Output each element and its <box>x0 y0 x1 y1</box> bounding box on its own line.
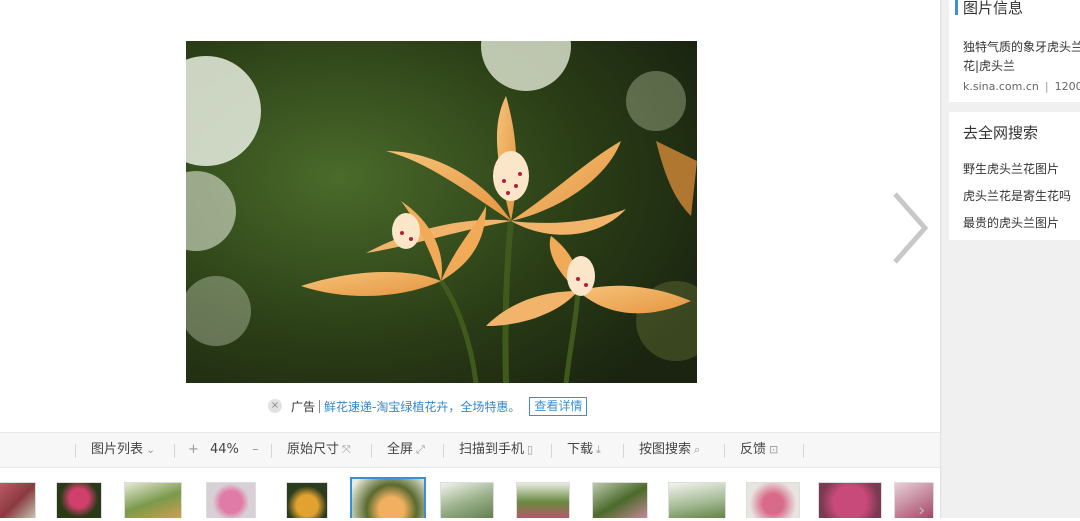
ad-bar: × 广告 鲜花速递-淘宝绿植花卉，全场特惠。 查看详情 <box>268 396 588 416</box>
feedback-button[interactable]: 反馈 ⊡ <box>740 433 778 467</box>
thumbnail[interactable] <box>592 482 648 518</box>
fullscreen-label: 全屏 <box>387 442 414 457</box>
image-info-card: 图片信息 独特气质的象牙虎头兰花|虎头兰 k.sina.com.cn | 1200 <box>949 0 1080 102</box>
divider <box>551 444 552 458</box>
zoom-in-button[interactable]: + <box>188 433 199 467</box>
image-viewer: × 广告 鲜花速递-淘宝绿植花卉，全场特惠。 查看详情 图片列表 ⌄ + 44% … <box>0 0 940 521</box>
ad-label: 广告 <box>291 399 316 414</box>
thumbnail[interactable] <box>516 482 570 518</box>
fullscreen-icon: ⤢ <box>416 443 425 456</box>
chevron-down-icon: ⌄ <box>146 443 156 456</box>
download-icon: ⤓ <box>596 443 601 456</box>
image-list-button[interactable]: 图片列表 ⌄ <box>91 433 155 467</box>
view-details-button[interactable]: 查看详情 <box>529 396 588 416</box>
thumbnail[interactable] <box>0 482 36 518</box>
image-list-label: 图片列表 <box>91 442 144 457</box>
search-link[interactable]: 最贵的虎头兰图片 <box>963 214 1059 231</box>
image-meta: k.sina.com.cn | 1200 <box>963 80 1080 93</box>
download-label: 下载 <box>567 442 594 457</box>
thumbnail[interactable] <box>440 482 494 518</box>
thumbnail[interactable] <box>894 482 934 518</box>
accent-bar <box>955 0 958 15</box>
divider <box>623 444 624 458</box>
divider <box>174 444 175 458</box>
original-size-icon: ⤧ <box>342 443 351 456</box>
info-sidebar: 图片信息 独特气质的象牙虎头兰花|虎头兰 k.sina.com.cn | 1200 … <box>940 0 1080 518</box>
divider: | <box>1044 80 1049 93</box>
thumbnail[interactable] <box>818 482 882 518</box>
orchid-photo <box>186 41 697 383</box>
chevron-right-icon <box>893 192 929 264</box>
feedback-label: 反馈 <box>740 442 767 457</box>
divider <box>371 444 372 458</box>
image-description[interactable]: 独特气质的象牙虎头兰花|虎头兰 <box>963 38 1080 76</box>
fullscreen-button[interactable]: 全屏 ⤢ <box>387 433 425 467</box>
scan-to-phone-button[interactable]: 扫描到手机 ▯ <box>459 433 533 467</box>
image-info-header: 图片信息 <box>955 0 1023 18</box>
image-info-title: 图片信息 <box>963 0 1024 17</box>
phone-icon: ▯ <box>527 443 534 456</box>
source-domain[interactable]: k.sina.com.cn <box>963 80 1039 93</box>
divider <box>803 444 804 458</box>
divider <box>724 444 725 458</box>
ad-link[interactable]: 鲜花速递-淘宝绿植花卉，全场特惠。 <box>324 398 520 415</box>
thumbnail-selected[interactable] <box>350 477 426 518</box>
search-by-image-button[interactable]: 按图搜索 ⌕ <box>639 433 700 467</box>
thumbnail-strip <box>0 474 940 518</box>
divider <box>443 444 444 458</box>
divider <box>271 444 272 458</box>
search-link[interactable]: 野生虎头兰花图片 <box>963 160 1059 177</box>
divider <box>319 399 321 413</box>
zoom-level: 44% <box>210 442 239 457</box>
main-image[interactable] <box>186 41 697 383</box>
search-by-image-label: 按图搜索 <box>639 442 692 457</box>
thumbnail[interactable] <box>746 482 800 518</box>
thumbnail[interactable] <box>206 482 256 518</box>
web-search-card: 去全网搜索 野生虎头兰花图片 虎头兰花是寄生花吗 最贵的虎头兰图片 <box>949 112 1080 240</box>
zoom-out-button[interactable]: – <box>252 433 259 467</box>
next-image-button[interactable] <box>885 188 935 268</box>
thumbnail[interactable] <box>124 482 182 518</box>
original-size-button[interactable]: 原始尺寸 ⤧ <box>287 433 351 467</box>
image-toolbar: 图片列表 ⌄ + 44% – 原始尺寸 ⤧ 全屏 ⤢ 扫描到手机 ▯ 下载 ⤓ 按图搜索 ⌕… <box>0 432 940 468</box>
thumbnail[interactable] <box>56 482 102 518</box>
web-search-title: 去全网搜索 <box>963 124 1039 142</box>
download-button[interactable]: 下载 ⤓ <box>567 433 601 467</box>
thumbnail[interactable] <box>286 482 328 518</box>
thumbnail[interactable] <box>668 482 726 518</box>
search-link[interactable]: 虎头兰花是寄生花吗 <box>963 187 1071 204</box>
original-size-label: 原始尺寸 <box>287 442 340 457</box>
scan-to-phone-label: 扫描到手机 <box>459 442 525 457</box>
close-icon[interactable]: × <box>268 399 282 413</box>
search-icon: ⌕ <box>694 443 701 456</box>
divider <box>75 444 76 458</box>
feedback-icon: ⊡ <box>769 443 779 456</box>
image-size: 1200 <box>1054 80 1080 93</box>
